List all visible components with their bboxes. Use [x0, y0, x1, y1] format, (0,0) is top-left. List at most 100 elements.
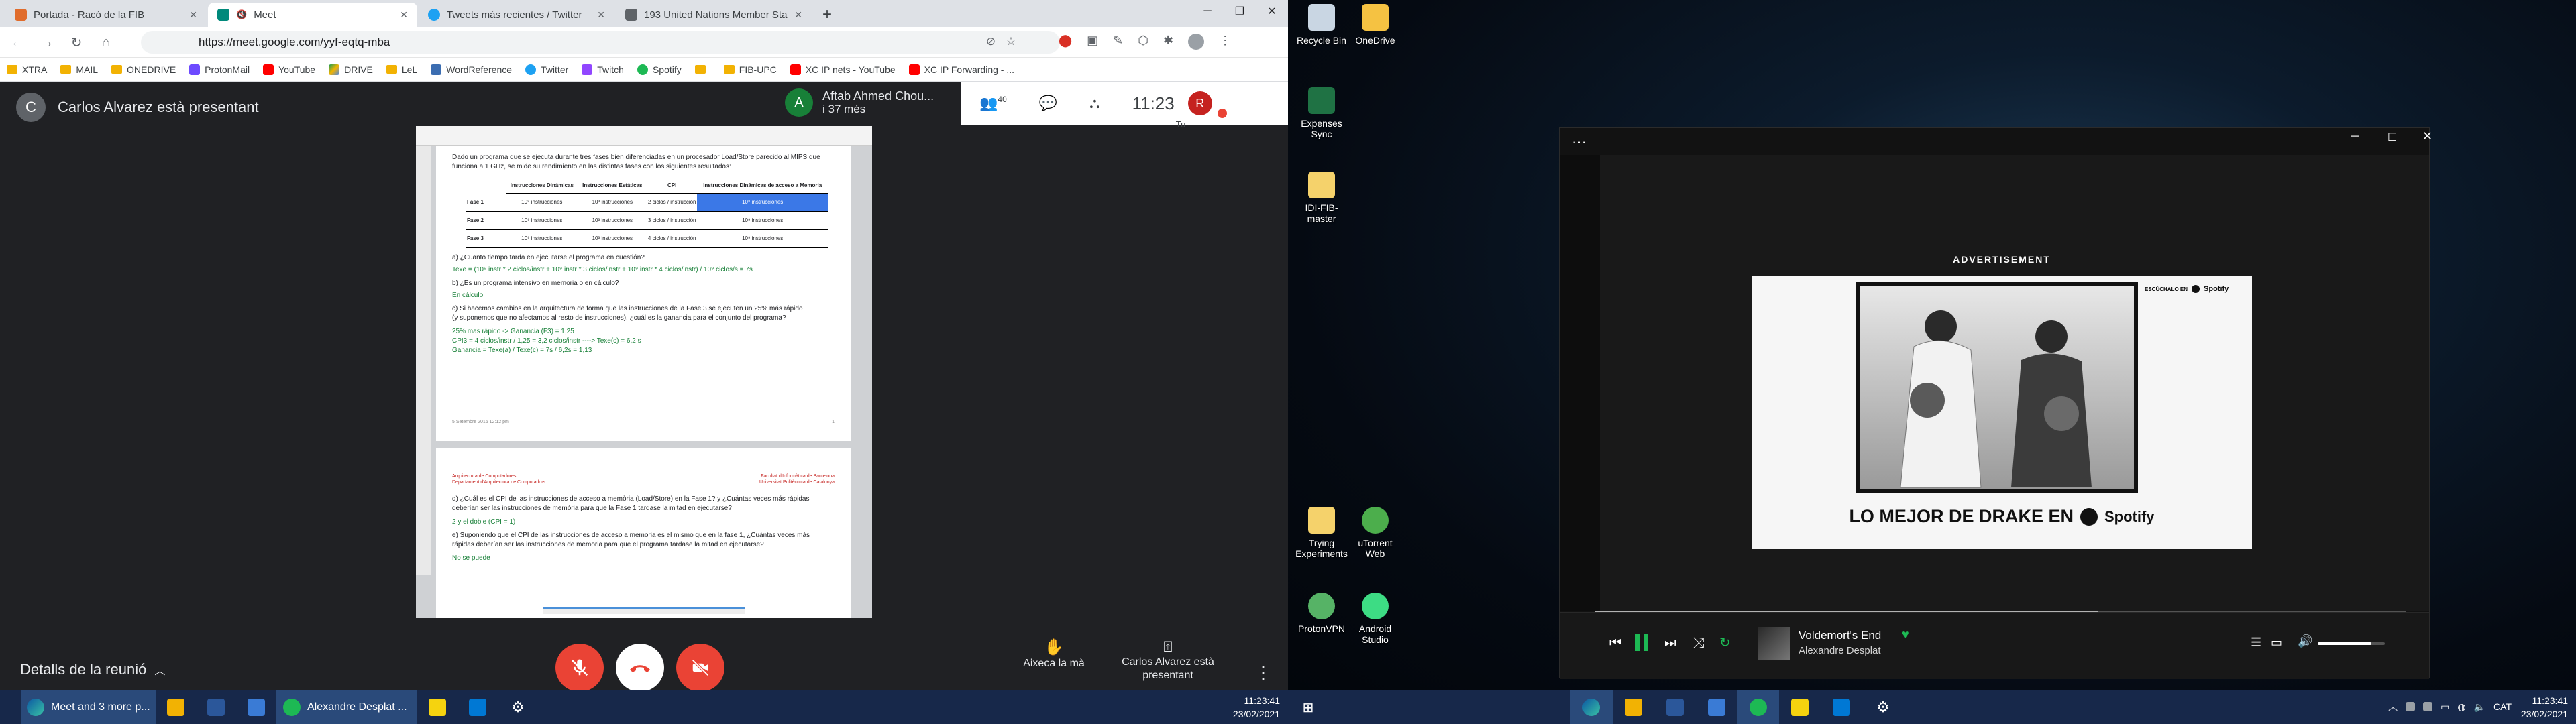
desktop-icon-trying[interactable]: Trying Experiments [1295, 507, 1348, 559]
tray-app-icon[interactable] [2406, 702, 2416, 711]
taskbar-edge[interactable] [1570, 690, 1613, 724]
album-art[interactable] [1758, 627, 1790, 660]
tab-twitter[interactable]: Tweets más recientes / Twitter ✕ [419, 3, 614, 27]
minimize-button[interactable]: ─ [1191, 0, 1224, 23]
connect-device-icon[interactable]: ▭ [2271, 636, 2282, 650]
activities-icon[interactable]: ⛬ [1089, 95, 1099, 112]
close-tab-icon[interactable]: ✕ [400, 9, 408, 21]
language-indicator[interactable]: CAT [2493, 701, 2512, 712]
network-icon[interactable]: ◍ [2457, 701, 2465, 713]
taskbar-explorer[interactable] [156, 690, 196, 724]
taskbar-edge-meet[interactable]: Meet and 3 more p... [21, 690, 156, 724]
back-icon[interactable]: ← [8, 34, 27, 51]
desktop-icon-utorrent[interactable]: uTorrent Web [1348, 507, 1402, 559]
camera-blocked-icon[interactable]: ⊘ [981, 35, 1001, 48]
desktop-icon-android-studio[interactable]: Android Studio [1348, 593, 1402, 645]
bookmark-protonmail[interactable]: ProtonMail [189, 64, 250, 75]
reload-icon[interactable]: ↻ [67, 34, 86, 51]
menu-icon[interactable]: ⋮ [1219, 34, 1231, 50]
active-speaker[interactable]: A Aftab Ahmed Chou... i 37 més [785, 88, 934, 117]
pause-button[interactable] [1629, 630, 1654, 654]
taskbar-word[interactable] [196, 690, 236, 724]
bookmark-drive[interactable]: DRIVE [329, 64, 373, 75]
queue-icon[interactable]: ☰ [2251, 636, 2261, 650]
advertisement-banner[interactable]: ESCÚCHALO EN Spotify LO MEJOR DE DRAKE E… [1752, 276, 2252, 549]
taskbar-clock[interactable]: 11:23:41 23/02/2021 [1233, 694, 1280, 721]
next-icon[interactable]: ⏭ [1664, 636, 1676, 651]
maximize-button[interactable]: ❐ [1224, 0, 1256, 23]
maximize-button[interactable]: ☐ [2387, 131, 2397, 144]
bookmark-xc-ip-forwarding[interactable]: XC IP Forwarding - ... [908, 64, 1014, 75]
taskbar-sticky[interactable] [417, 690, 458, 724]
page-nav-bar[interactable] [543, 607, 745, 614]
spotify-menu-icon[interactable]: ··· [1572, 133, 1587, 151]
taskbar-explorer[interactable] [1613, 690, 1654, 724]
close-tab-icon[interactable]: ✕ [597, 9, 605, 21]
bookmark-onedrive[interactable]: ONEDRIVE [111, 64, 176, 75]
desktop-icon-onedrive[interactable]: OneDrive [1348, 4, 1402, 46]
tray-chevron-up-icon[interactable]: ︿ [2388, 700, 2398, 713]
bookmark-twitter[interactable]: Twitter [525, 64, 568, 75]
taskbar-vscode[interactable] [1821, 690, 1862, 724]
taskbar-settings[interactable]: ⚙ [1862, 690, 1904, 724]
desktop-icon-idi[interactable]: IDI-FIB-master [1295, 172, 1348, 224]
extension-icon[interactable]: ⬡ [1138, 34, 1148, 50]
bookmark-xtra[interactable]: XTRA [7, 64, 47, 75]
start-button[interactable]: ⊞ [1288, 690, 1328, 724]
tab-raco[interactable]: Portada - Racó de la FIB ✕ [5, 3, 207, 27]
tab-meet[interactable]: 🔇 Meet ✕ [208, 3, 417, 27]
taskbar-spotify[interactable] [1737, 690, 1779, 724]
bookmark-mail[interactable]: MAIL [60, 64, 98, 75]
self-avatar[interactable]: R [1187, 91, 1212, 115]
presenting-button[interactable]: ⍐ Carlos Alvarez està presentant [1111, 638, 1225, 682]
bookmark-folder[interactable] [694, 65, 710, 74]
previous-icon[interactable]: ⏮ [1609, 636, 1621, 651]
new-tab-button[interactable]: + [813, 3, 840, 27]
extension-icon[interactable]: ✎ [1113, 34, 1123, 50]
liked-heart-icon[interactable]: ♥ [1902, 627, 1909, 642]
extensions-icon[interactable]: ✱ [1163, 34, 1173, 50]
desktop-icon-expenses[interactable]: Expenses Sync [1295, 87, 1348, 139]
taskbar-sticky[interactable] [1779, 690, 1821, 724]
star-icon[interactable]: ☆ [1001, 35, 1021, 48]
bookmark-wordreference[interactable]: WordReference [431, 64, 512, 75]
bookmark-spotify[interactable]: Spotify [637, 64, 682, 75]
track-artist[interactable]: Alexandre Desplat [1799, 645, 1881, 656]
leave-call-button[interactable] [616, 644, 664, 692]
desktop-icon-recycle-bin[interactable]: Recycle Bin [1295, 4, 1348, 46]
extension-icon[interactable]: ▣ [1087, 34, 1098, 50]
forward-icon[interactable]: → [38, 34, 56, 51]
battery-icon[interactable]: ▭ [2440, 701, 2449, 713]
volume-icon[interactable]: 🔈 [2474, 701, 2485, 713]
profile-avatar[interactable] [1188, 34, 1205, 50]
shuffle-icon[interactable]: ⤨ [1693, 634, 1705, 652]
url-field[interactable]: https://meet.google.com/yyf-eqtq-mba [141, 31, 1060, 54]
track-title[interactable]: Voldemort's End [1799, 629, 1881, 642]
raise-hand-button[interactable]: ✋ Aixeca la mà [1010, 638, 1097, 670]
mic-toggle-button[interactable] [555, 644, 604, 692]
volume-icon[interactable]: 🔊 [2298, 634, 2312, 648]
more-options-icon[interactable]: ⋮ [1254, 662, 1272, 683]
tab-un[interactable]: 193 United Nations Member Sta ✕ [616, 3, 812, 27]
bookmark-xc-ip-nets[interactable]: XC IP nets - YouTube [790, 64, 896, 75]
extension-red-icon[interactable]: ⬤ [1059, 34, 1072, 50]
home-icon[interactable]: ⌂ [97, 34, 115, 51]
bookmark-lel[interactable]: LeL [386, 64, 417, 75]
bookmark-twitch[interactable]: Twitch [582, 64, 624, 75]
close-tab-icon[interactable]: ✕ [794, 9, 802, 21]
search-button[interactable] [0, 690, 21, 724]
desktop-icon-protonvpn[interactable]: ProtonVPN [1295, 593, 1348, 634]
taskbar-spotify[interactable]: Alexandre Desplat ... [276, 690, 417, 724]
close-tab-icon[interactable]: ✕ [189, 9, 197, 21]
taskbar-clock[interactable]: 11:23:41 23/02/2021 [2521, 694, 2568, 721]
taskbar-app[interactable] [1696, 690, 1737, 724]
bookmark-fib-upc[interactable]: FIB-UPC [723, 64, 777, 75]
taskbar-app[interactable] [236, 690, 276, 724]
volume-track[interactable] [2318, 642, 2385, 645]
taskbar-settings[interactable]: ⚙ [498, 690, 538, 724]
speaker-muted-icon[interactable]: 🔇 [236, 9, 247, 20]
minimize-button[interactable]: ─ [2351, 131, 2359, 143]
meeting-details-button[interactable]: Detalls de la reunió ︿ [20, 661, 165, 678]
camera-toggle-button[interactable] [676, 644, 724, 692]
tray-app-icon[interactable] [2423, 702, 2433, 711]
